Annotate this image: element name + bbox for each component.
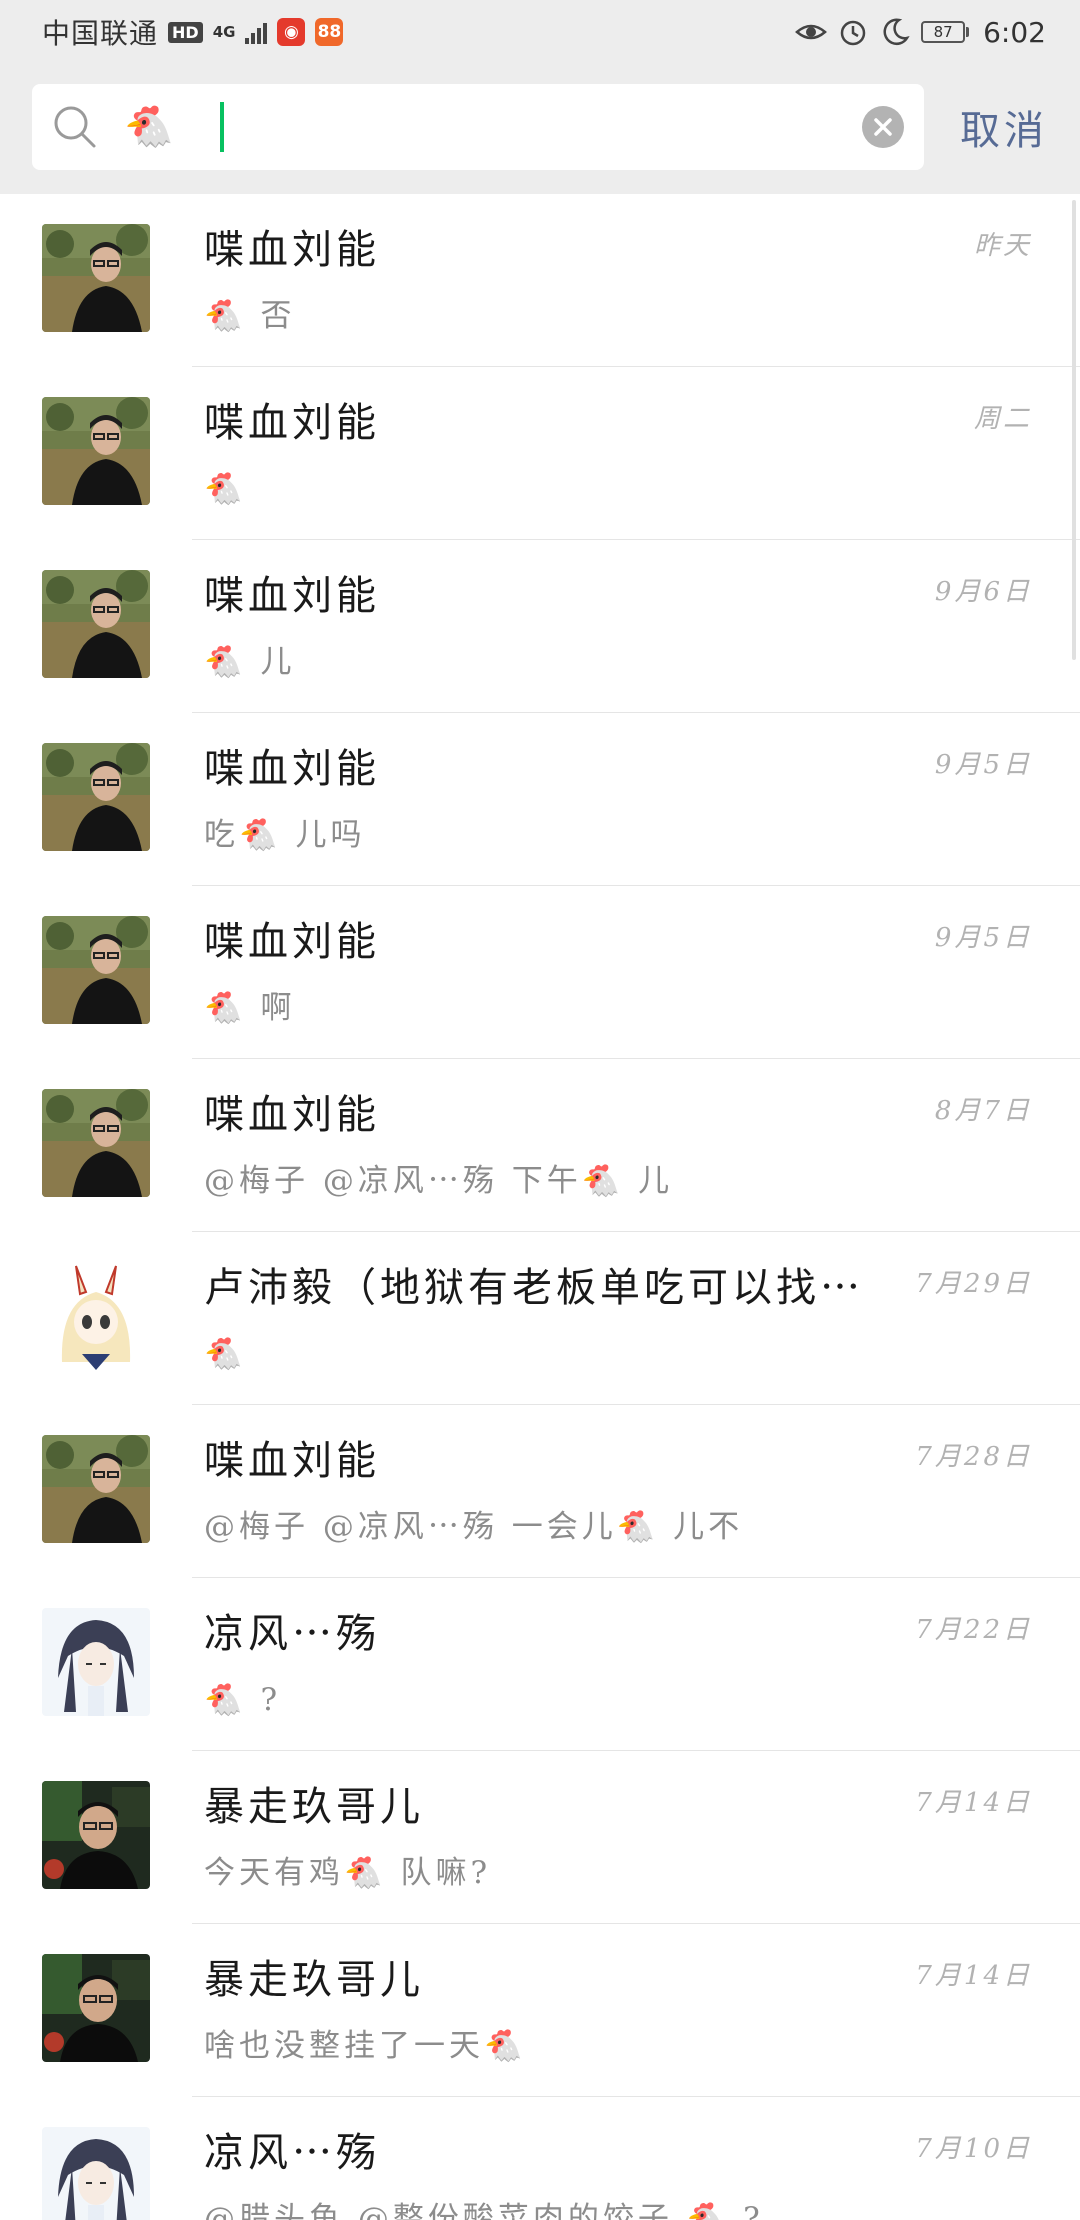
chat-name: 喋血刘能: [204, 1092, 380, 1138]
chat-result-row[interactable]: 喋血刘能 昨天 🐔 否: [0, 194, 1080, 367]
avatar[interactable]: [42, 397, 150, 505]
battery-icon: 87: [921, 21, 970, 43]
avatar[interactable]: [42, 743, 150, 851]
message-date: 7月10日: [915, 2134, 1032, 2164]
message-date: 7月28日: [915, 1442, 1032, 1472]
message-date: 8月7日: [934, 1096, 1032, 1126]
avatar[interactable]: [42, 1262, 150, 1370]
avatar[interactable]: [42, 1781, 150, 1889]
message-date: 昨天: [973, 231, 1032, 261]
avatar[interactable]: [42, 1089, 150, 1197]
network-type: 4G: [212, 23, 236, 41]
avatar[interactable]: [42, 916, 150, 1024]
chat-name: 凉风⋯殇: [204, 2130, 380, 2176]
eye-icon: [795, 24, 828, 40]
chat-result-row[interactable]: 喋血刘能 8月7日 @梅子 @凉风⋯殇 下午🐔 儿: [0, 1059, 1080, 1232]
chat-name: 卢沛毅（地狱有老板单吃可以找⋯: [204, 1265, 864, 1311]
message-snippet: @梅子 @凉风⋯殇 一会儿🐔 儿不: [204, 1509, 744, 1545]
message-date: 9月6日: [934, 577, 1032, 607]
message-snippet: 🐔 ?: [204, 1682, 282, 1718]
status-bar-left: 中国联通 HD 4G ◉ 88: [42, 12, 344, 52]
search-query[interactable]: 🐔: [124, 102, 174, 152]
search-results-list: 喋血刘能 昨天 🐔 否 喋血刘能 周二 🐔 喋血刘能 9月6日 🐔 儿 喋血刘能…: [0, 194, 1080, 2220]
avatar[interactable]: [42, 1608, 150, 1716]
avatar[interactable]: [42, 570, 150, 678]
message-date: 7月29日: [915, 1269, 1032, 1299]
scrollbar[interactable]: [1072, 200, 1076, 660]
message-snippet: 🐔: [204, 1336, 247, 1372]
chat-name: 喋血刘能: [204, 919, 380, 965]
message-date: 9月5日: [934, 923, 1032, 953]
message-snippet: 🐔 否: [204, 298, 296, 334]
status-bar: 中国联通 HD 4G ◉ 88 87 6:02: [0, 0, 1080, 64]
chat-result-row[interactable]: 喋血刘能 周二 🐔: [0, 367, 1080, 540]
chat-name: 暴走玖哥儿: [204, 1957, 424, 2003]
message-snippet: @梅子 @凉风⋯殇 下午🐔 儿: [204, 1163, 674, 1199]
message-date: 7月14日: [915, 1961, 1032, 1991]
orange-app-icon: 88: [315, 18, 344, 46]
avatar[interactable]: [42, 1435, 150, 1543]
message-snippet: 啥也没整挂了一天🐔: [204, 2028, 527, 2064]
text-cursor: [220, 102, 224, 152]
signal-strength-icon: [245, 20, 268, 44]
cancel-button[interactable]: 取消: [960, 98, 1048, 156]
message-snippet: 🐔 儿: [204, 644, 296, 680]
chat-result-row[interactable]: 凉风⋯殇 7月22日 🐔 ?: [0, 1578, 1080, 1751]
search-header: 🐔 取消: [0, 64, 1080, 194]
chat-name: 喋血刘能: [204, 746, 380, 792]
clock: 6:02: [983, 15, 1046, 49]
chat-result-row[interactable]: 喋血刘能 9月6日 🐔 儿: [0, 540, 1080, 713]
chat-result-row[interactable]: 喋血刘能 7月28日 @梅子 @凉风⋯殇 一会儿🐔 儿不: [0, 1405, 1080, 1578]
carrier-label: 中国联通: [42, 17, 159, 50]
message-snippet: @腊头鱼 @整份酸菜肉的饺子 🐔 ?: [204, 2201, 764, 2220]
wechat-search-screen: 中国联通 HD 4G ◉ 88 87 6:02 🐔 取消 喋血刘能 昨天 🐔 否…: [0, 0, 1080, 2220]
chat-name: 喋血刘能: [204, 573, 380, 619]
chat-result-row[interactable]: 卢沛毅（地狱有老板单吃可以找⋯ 7月29日 🐔: [0, 1232, 1080, 1405]
message-snippet: 🐔 啊: [204, 990, 296, 1026]
alarm-icon: [840, 20, 866, 46]
chat-name: 喋血刘能: [204, 227, 380, 273]
moon-icon: [883, 18, 910, 45]
avatar[interactable]: [42, 2127, 150, 2220]
message-snippet: 吃🐔 儿吗: [204, 817, 366, 853]
chat-result-row[interactable]: 喋血刘能 9月5日吃🐔 儿吗: [0, 713, 1080, 886]
hd-badge: HD: [168, 21, 203, 43]
status-bar-right: 87 6:02: [795, 16, 1046, 49]
message-snippet: 🐔: [204, 471, 247, 507]
chat-name: 暴走玖哥儿: [204, 1784, 424, 1830]
close-icon: [874, 118, 892, 136]
chat-result-row[interactable]: 喋血刘能 9月5日 🐔 啊: [0, 886, 1080, 1059]
message-date: 周二: [973, 404, 1032, 434]
chat-name: 喋血刘能: [204, 1438, 380, 1484]
chat-result-row[interactable]: 凉风⋯殇 7月10日 @腊头鱼 @整份酸菜肉的饺子 🐔 ?: [0, 2097, 1080, 2220]
red-app-icon: ◉: [277, 18, 306, 46]
chat-name: 喋血刘能: [204, 400, 380, 446]
avatar[interactable]: [42, 1954, 150, 2062]
battery-level: 87: [933, 23, 953, 41]
message-date: 9月5日: [934, 750, 1032, 780]
message-date: 7月22日: [915, 1615, 1032, 1645]
message-date: 7月14日: [915, 1788, 1032, 1818]
message-snippet: 今天有鸡🐔 队嘛?: [204, 1855, 492, 1891]
chat-result-row[interactable]: 暴走玖哥儿 7月14日今天有鸡🐔 队嘛?: [0, 1751, 1080, 1924]
search-input[interactable]: 🐔: [32, 84, 924, 170]
avatar[interactable]: [42, 224, 150, 332]
chat-name: 凉风⋯殇: [204, 1611, 380, 1657]
clear-button[interactable]: [862, 106, 904, 148]
search-icon: [54, 106, 96, 148]
chat-result-row[interactable]: 暴走玖哥儿 7月14日啥也没整挂了一天🐔: [0, 1924, 1080, 2097]
